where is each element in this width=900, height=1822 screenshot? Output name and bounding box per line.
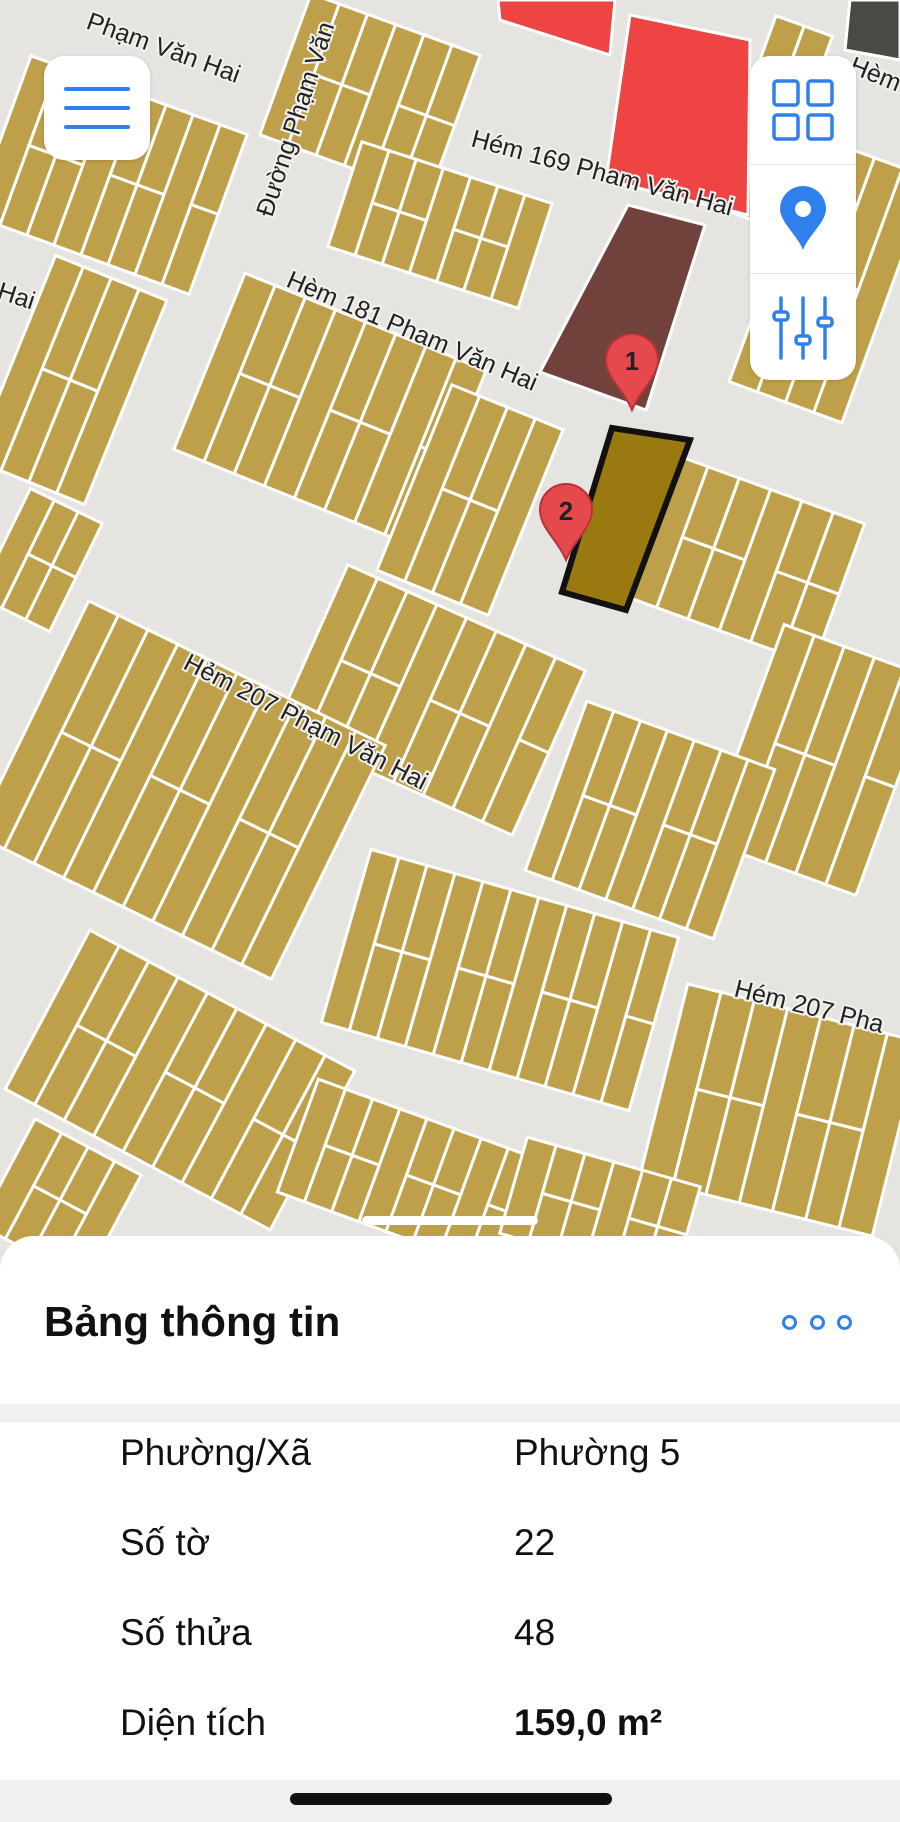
info-value: 48: [514, 1612, 556, 1653]
info-value: Phường 5: [514, 1432, 681, 1473]
info-row-parcel-number: Số thửa 48: [0, 1602, 900, 1692]
grid-icon: [772, 79, 834, 141]
more-icon: [837, 1314, 852, 1330]
layers-button[interactable]: [750, 56, 856, 165]
info-value: 22: [514, 1522, 556, 1563]
more-icon: [809, 1314, 825, 1330]
more-button[interactable]: [782, 1306, 852, 1338]
info-row-sheet-number: Số tờ 22: [0, 1512, 900, 1602]
menu-button[interactable]: [44, 56, 150, 160]
info-label: Phường/Xã: [120, 1432, 311, 1473]
locate-button[interactable]: [750, 165, 856, 274]
sheet-title: Bảng thông tin: [44, 1298, 341, 1345]
location-pin-icon: [780, 186, 826, 250]
info-label: Số thửa: [120, 1612, 252, 1653]
info-list: Phường/Xã Phường 5 Số tờ 22 Số thửa 48 D…: [0, 1422, 900, 1782]
info-value: 159,0 m²: [514, 1702, 663, 1743]
pin-label: 1: [625, 346, 639, 376]
pin-label: 2: [559, 496, 573, 526]
filter-button[interactable]: [750, 274, 856, 380]
map-controls: [750, 56, 856, 380]
info-label: Số tờ: [120, 1522, 211, 1563]
sheet-grab-handle[interactable]: [362, 1216, 538, 1225]
hamburger-icon: [64, 87, 130, 129]
info-row-ward: Phường/Xã Phường 5: [0, 1422, 900, 1512]
info-sheet: Bảng thông tin Phường/Xã Phường 5 Số tờ …: [0, 1236, 900, 1822]
more-icon: [782, 1314, 797, 1330]
sliders-icon: [772, 296, 834, 360]
home-indicator: [290, 1793, 612, 1805]
dark-parcel: [843, 0, 900, 62]
divider: [0, 1404, 900, 1422]
info-label: Diện tích: [120, 1702, 267, 1743]
info-row-area: Diện tích 159,0 m²: [0, 1692, 900, 1782]
